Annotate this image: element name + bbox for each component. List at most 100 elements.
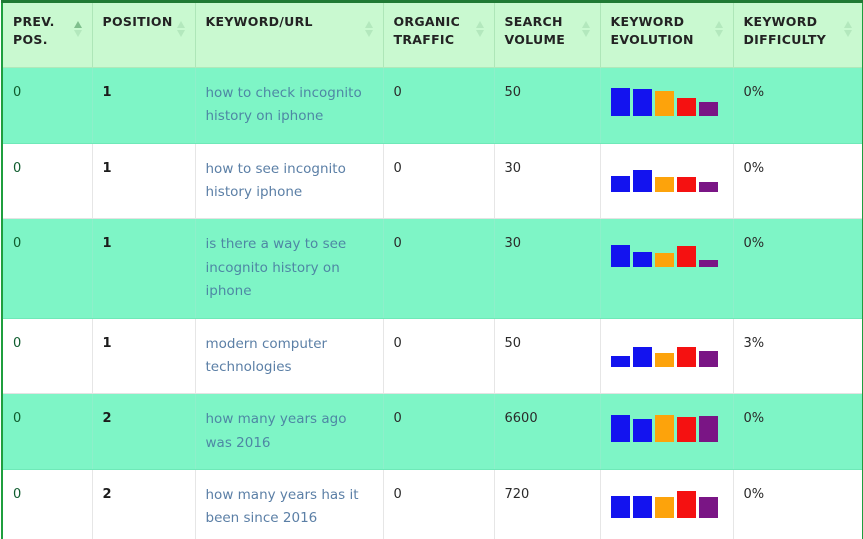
caret-down-icon (714, 30, 723, 37)
evolution-bar-3 (654, 496, 674, 518)
evolution-bar-3 (654, 415, 674, 443)
column-header-label: SEARCH VOLUME (504, 14, 566, 48)
evolution-bar-5 (698, 496, 718, 518)
table-row[interactable]: 0 1 how to see incognito history iphone 0 30… (2, 143, 863, 220)
evolution-bar-5 (698, 181, 718, 192)
column-header-label: POSITION (102, 14, 173, 29)
sort-toggle-icon[interactable] (364, 21, 374, 37)
cell-organic-traffic: 0 (383, 143, 495, 220)
cell-search-volume: 30 (494, 143, 601, 220)
table-row[interactable]: 0 2 how many years ago was 2016 0 6600 0% (2, 393, 863, 470)
evolution-bar-1 (610, 88, 630, 116)
evolution-bar-2 (632, 169, 652, 192)
column-header-keyword_difficulty[interactable]: KEYWORD DIFFICULTY (733, 0, 863, 68)
cell-position: 1 (92, 318, 196, 395)
caret-down-icon (581, 30, 590, 37)
keyword-evolution-bar-chart (610, 333, 723, 367)
evolution-bar-3 (654, 352, 674, 367)
evolution-bar-2 (632, 89, 652, 116)
column-header-label: PREV. POS. (13, 14, 55, 48)
caret-down-icon (176, 30, 185, 37)
cell-search-volume: 50 (494, 67, 601, 144)
keyword-link[interactable]: how many years has it been since 2016 (206, 487, 359, 526)
table-row[interactable]: 0 1 modern computer technologies 0 50 3% (2, 318, 863, 395)
column-header-label: KEYWORD EVOLUTION (610, 14, 694, 48)
column-header-label: KEYWORD/URL (205, 14, 313, 29)
cell-position: 1 (92, 218, 196, 319)
cell-keyword-evolution (600, 393, 734, 470)
column-header-search_volume[interactable]: SEARCH VOLUME (494, 0, 601, 68)
column-header-label: KEYWORD DIFFICULTY (743, 14, 827, 48)
evolution-bar-4 (676, 246, 696, 268)
caret-up-icon (176, 21, 185, 28)
table-row[interactable]: 0 1 how to check incognito history on ipho… (2, 67, 863, 144)
evolution-bar-4 (676, 98, 696, 116)
cell-keyword-difficulty: 0% (733, 143, 863, 220)
evolution-bar-3 (654, 176, 674, 192)
evolution-bar-1 (610, 245, 630, 268)
cell-keyword-evolution (600, 318, 734, 395)
cell-position: 1 (92, 143, 196, 220)
keyword-link[interactable]: modern computer technologies (206, 336, 328, 375)
cell-keyword: how many years ago was 2016 (195, 393, 384, 470)
caret-down-icon (73, 30, 82, 37)
column-header-position[interactable]: POSITION (92, 0, 196, 68)
caret-up-icon (844, 21, 852, 28)
keyword-table-container: PREV. POS. POSITION KEYWORD/URL ORGANIC TRA… (0, 0, 863, 539)
keyword-link[interactable]: how many years ago was 2016 (206, 411, 347, 450)
cell-search-volume: 6600 (494, 393, 601, 470)
cell-keyword: modern computer technologies (195, 318, 384, 395)
column-header-keyword_evolution[interactable]: KEYWORD EVOLUTION (600, 0, 734, 68)
sort-toggle-icon[interactable] (475, 21, 485, 37)
column-header-keyword[interactable]: KEYWORD/URL (195, 0, 384, 68)
evolution-bar-2 (632, 495, 652, 518)
keyword-link[interactable]: is there a way to see incognito history … (206, 236, 347, 299)
caret-down-icon (475, 30, 484, 37)
evolution-bar-3 (654, 253, 674, 268)
cell-keyword: how many years has it been since 2016 (195, 469, 384, 539)
cell-prev-pos: 0 (2, 318, 93, 395)
cell-keyword: how to check incognito history on iphone (195, 67, 384, 144)
cell-keyword-evolution (600, 218, 734, 319)
table-row[interactable]: 0 2 how many years has it been since 2016 0… (2, 469, 863, 539)
keyword-evolution-bar-chart (610, 158, 723, 192)
caret-up-icon (714, 21, 723, 28)
sort-toggle-icon[interactable] (581, 21, 591, 37)
cell-prev-pos: 0 (2, 143, 93, 220)
table-body: 0 1 how to check incognito history on ipho… (2, 67, 863, 539)
keyword-evolution-bar-chart (610, 484, 723, 518)
evolution-bar-5 (698, 102, 718, 116)
sort-ascending-icon[interactable] (73, 21, 83, 37)
cell-organic-traffic: 0 (383, 67, 495, 144)
keyword-evolution-bar-chart (610, 233, 723, 268)
evolution-bar-2 (632, 419, 652, 443)
caret-down-icon (364, 30, 373, 37)
column-header-organic_traffic[interactable]: ORGANIC TRAFFIC (383, 0, 495, 68)
cell-organic-traffic: 0 (383, 393, 495, 470)
evolution-bar-4 (676, 346, 696, 367)
sort-toggle-icon[interactable] (176, 21, 186, 37)
column-header-prev_pos[interactable]: PREV. POS. (2, 0, 93, 68)
cell-prev-pos: 0 (2, 218, 93, 319)
evolution-bar-1 (610, 495, 630, 518)
keyword-link[interactable]: how to check incognito history on iphone (206, 85, 362, 124)
table-header: PREV. POS. POSITION KEYWORD/URL ORGANIC TRA… (2, 0, 863, 68)
evolution-bar-5 (698, 260, 718, 268)
table-row[interactable]: 0 1 is there a way to see incognito histor… (2, 218, 863, 319)
evolution-bar-1 (610, 355, 630, 367)
cell-keyword-difficulty: 0% (733, 469, 863, 539)
cell-prev-pos: 0 (2, 393, 93, 470)
keyword-link[interactable]: how to see incognito history iphone (206, 161, 346, 200)
evolution-bar-2 (632, 346, 652, 367)
cell-search-volume: 720 (494, 469, 601, 539)
sort-toggle-icon[interactable] (844, 21, 853, 37)
caret-up-icon (73, 21, 82, 28)
cell-organic-traffic: 0 (383, 318, 495, 395)
sort-toggle-icon[interactable] (714, 21, 724, 37)
cell-position: 2 (92, 393, 196, 470)
evolution-bar-4 (676, 417, 696, 443)
evolution-bar-1 (610, 415, 630, 443)
cell-keyword: is there a way to see incognito history … (195, 218, 384, 319)
cell-keyword-evolution (600, 469, 734, 539)
keyword-evolution-bar-chart (610, 82, 723, 116)
